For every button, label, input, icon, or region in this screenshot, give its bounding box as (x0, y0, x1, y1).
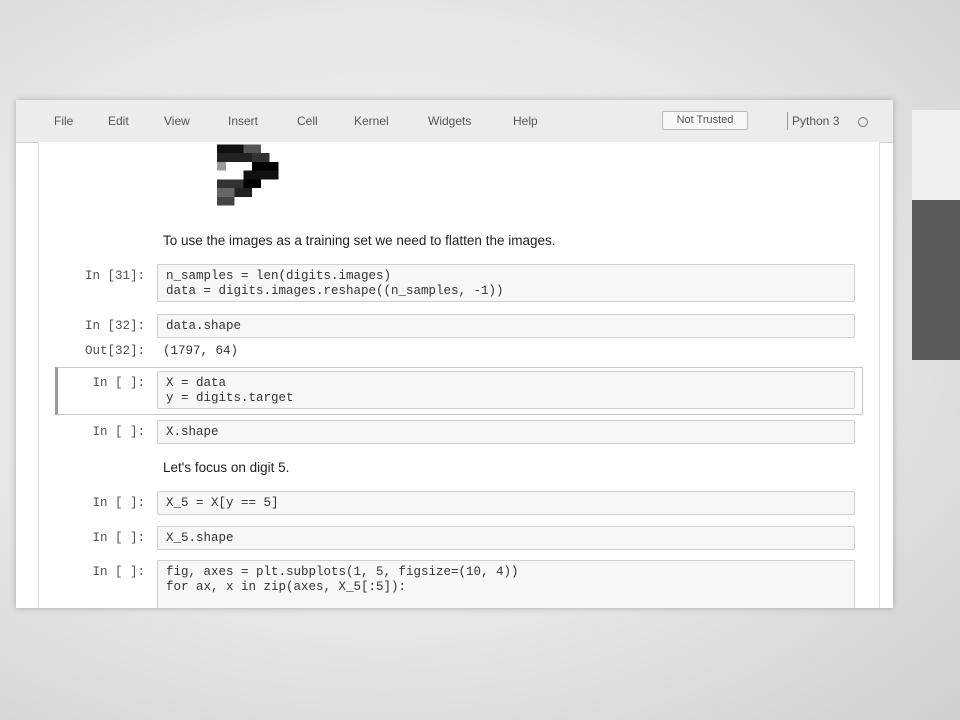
menu-kernel[interactable]: Kernel (354, 114, 389, 128)
menu-cell[interactable]: Cell (297, 114, 318, 128)
input-prompt: In [ ]: (92, 376, 145, 390)
code-line: for ax, x in zip(axes, X_5[:5]): (166, 580, 407, 594)
kernel-status-icon (858, 117, 868, 127)
input-prompt: In [31]: (84, 269, 145, 283)
code-line: X.shape (166, 425, 219, 439)
menu-help[interactable]: Help (513, 114, 538, 128)
kernel-divider (787, 112, 788, 130)
cell-output: (1797, 64) (163, 344, 239, 358)
kernel-name: Python 3 (792, 114, 840, 128)
code-cell-input[interactable]: X.shape (157, 420, 855, 444)
menubar: File Edit View Insert Cell Kernel Widget… (16, 100, 893, 143)
adjacent-window-header (912, 110, 960, 200)
digit-image-output (217, 144, 279, 206)
markdown-text: To use the images as a training set we n… (163, 233, 556, 248)
code-cell-input[interactable]: data.shape (157, 314, 855, 338)
input-prompt: In [32]: (84, 319, 145, 333)
code-line: X_5 = X[y == 5] (166, 496, 279, 510)
menu-view[interactable]: View (164, 114, 190, 128)
markdown-text: Let's focus on digit 5. (163, 460, 290, 475)
input-prompt: In [ ]: (92, 565, 145, 579)
notebook-area: To use the images as a training set we n… (38, 142, 880, 608)
code-cell-input[interactable]: n_samples = len(digits.images) data = di… (157, 264, 855, 302)
code-cell-input[interactable]: X_5.shape (157, 526, 855, 550)
code-line: X_5.shape (166, 531, 234, 545)
code-line: data.shape (166, 319, 242, 333)
code-line: n_samples = len(digits.images) (166, 269, 392, 283)
code-cell-input[interactable]: fig, axes = plt.subplots(1, 5, figsize=(… (157, 560, 855, 608)
code-line: fig, axes = plt.subplots(1, 5, figsize=(… (166, 565, 519, 579)
code-cell-input[interactable]: X_5 = X[y == 5] (157, 491, 855, 515)
trust-status-button[interactable]: Not Trusted (662, 111, 748, 130)
code-line: y = digits.target (166, 391, 294, 405)
code-line: data = digits.images.reshape((n_samples,… (166, 284, 504, 298)
code-cell-input[interactable]: X = data y = digits.target (157, 371, 855, 409)
menu-file[interactable]: File (54, 114, 73, 128)
jupyter-window: File Edit View Insert Cell Kernel Widget… (16, 100, 893, 608)
code-line: X = data (166, 376, 227, 390)
input-prompt: In [ ]: (92, 531, 145, 545)
menu-insert[interactable]: Insert (228, 114, 258, 128)
input-prompt: In [ ]: (92, 496, 145, 510)
menu-widgets[interactable]: Widgets (428, 114, 471, 128)
menu-edit[interactable]: Edit (108, 114, 129, 128)
output-prompt: Out[32]: (84, 344, 145, 358)
input-prompt: In [ ]: (92, 425, 145, 439)
